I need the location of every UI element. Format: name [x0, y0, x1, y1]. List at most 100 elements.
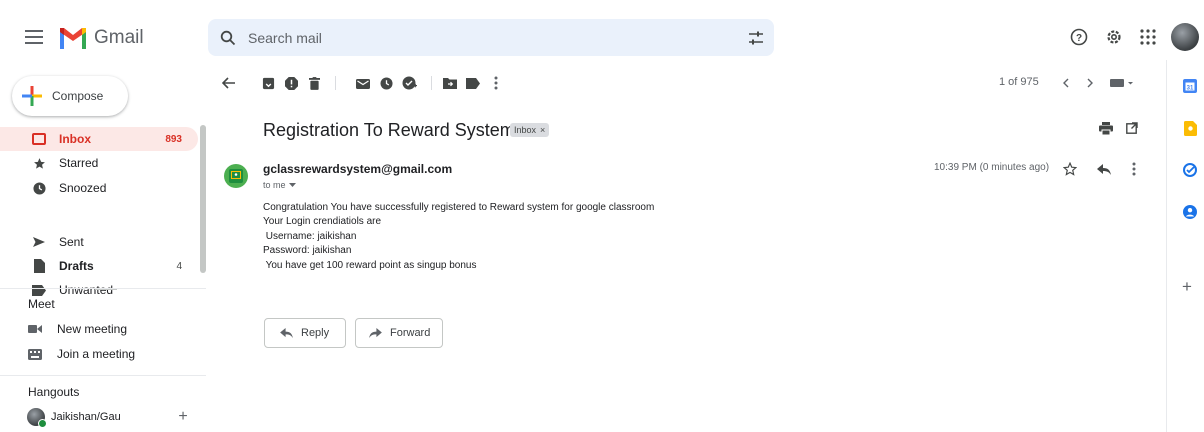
- email-body-line: You have get 100 reward point as singup …: [263, 260, 477, 271]
- reply-icon: [277, 328, 295, 338]
- apps-grid-icon[interactable]: [1136, 25, 1160, 49]
- sidebar-item-drafts[interactable]: Drafts 4: [0, 254, 198, 278]
- plus-icon: [12, 85, 52, 107]
- search-icon[interactable]: [208, 30, 248, 46]
- inbox-label-chip[interactable]: Inbox ×: [510, 123, 550, 137]
- sidebar-item-snoozed[interactable]: Snoozed: [0, 176, 198, 200]
- compose-label: Compose: [52, 89, 104, 103]
- classroom-icon: [229, 169, 243, 183]
- more-vert-icon[interactable]: [1124, 159, 1144, 179]
- label-icon: [27, 284, 51, 296]
- video-icon: [27, 324, 43, 334]
- get-addons-icon[interactable]: +: [1182, 277, 1192, 297]
- svg-text:31: 31: [1187, 86, 1194, 92]
- archive-icon[interactable]: [258, 73, 278, 93]
- sender-avatar[interactable]: [224, 164, 248, 188]
- keep-icon[interactable]: [1182, 120, 1198, 136]
- hangouts-contact[interactable]: Jaikishan/Gaura: [27, 406, 121, 428]
- sidebar-item-sent[interactable]: Sent: [0, 230, 198, 254]
- recipient-text: to me: [263, 180, 286, 190]
- tasks-icon[interactable]: [1182, 162, 1198, 178]
- new-meeting-item[interactable]: New meeting: [27, 318, 127, 340]
- message-timestamp: 10:39 PM (0 minutes ago): [934, 162, 1050, 173]
- divider: [431, 76, 432, 90]
- star-icon: [27, 157, 51, 170]
- more-vert-icon[interactable]: [486, 73, 506, 93]
- recipient-details[interactable]: to me: [263, 180, 296, 190]
- main-menu-button[interactable]: [22, 25, 46, 49]
- send-icon: [27, 236, 51, 248]
- reply-label: Reply: [301, 327, 330, 339]
- search-bar[interactable]: [208, 19, 774, 56]
- open-new-window-icon[interactable]: [1122, 118, 1142, 138]
- mark-unread-icon[interactable]: [353, 73, 373, 93]
- help-icon[interactable]: ?: [1067, 25, 1091, 49]
- meet-heading: Meet: [28, 297, 55, 311]
- email-body-line: Password: jaikishan: [263, 245, 352, 256]
- hangouts-heading: Hangouts: [28, 385, 80, 399]
- sidebar-item-label: Sent: [59, 235, 84, 249]
- gmail-m-icon: [60, 28, 86, 49]
- search-input[interactable]: [248, 29, 738, 46]
- contact-avatar: [27, 408, 47, 428]
- chevron-down-icon: [288, 183, 296, 187]
- email-subject: Registration To Reward System: [263, 120, 515, 140]
- inbox-icon: [27, 133, 51, 145]
- snooze-clock-icon[interactable]: [376, 73, 396, 93]
- sidebar-item-label: Drafts: [59, 259, 94, 273]
- gear-icon[interactable]: [1102, 25, 1126, 49]
- contacts-icon[interactable]: [1182, 204, 1198, 220]
- join-meeting-item[interactable]: Join a meeting: [27, 343, 135, 365]
- sidebar-item-starred[interactable]: Starred: [0, 151, 198, 175]
- email-body-line: Congratulation You have successfully reg…: [263, 202, 655, 213]
- new-meeting-label: New meeting: [57, 322, 128, 336]
- forward-label: Forward: [390, 327, 431, 339]
- add-contact-icon[interactable]: +: [175, 408, 191, 425]
- pagination-text: 1 of 975: [999, 76, 1039, 88]
- label-icon[interactable]: [463, 73, 483, 93]
- forward-button[interactable]: Forward: [355, 318, 443, 348]
- move-to-icon[interactable]: [440, 73, 460, 93]
- account-avatar[interactable]: [1171, 23, 1199, 51]
- hamburger-icon: [25, 30, 43, 44]
- compose-button[interactable]: Compose: [12, 76, 128, 116]
- app-wordmark: Gmail: [94, 27, 144, 48]
- report-spam-icon[interactable]: [281, 73, 301, 93]
- unread-count: 893: [165, 133, 182, 145]
- divider: [0, 288, 206, 289]
- join-meeting-label: Join a meeting: [57, 347, 136, 361]
- sidebar-item-label: Inbox: [59, 132, 91, 146]
- trash-icon[interactable]: [304, 73, 324, 93]
- sidebar-item-inbox[interactable]: Inbox 893: [0, 127, 198, 151]
- star-outline-icon[interactable]: [1060, 159, 1080, 179]
- reply-icon[interactable]: [1094, 159, 1114, 179]
- chevron-left-icon[interactable]: [1056, 73, 1076, 93]
- calendar-icon[interactable]: 31: [1182, 78, 1198, 94]
- svg-text:?: ?: [1076, 33, 1082, 44]
- reply-button[interactable]: Reply: [264, 318, 346, 348]
- sidebar-scrollbar[interactable]: [200, 125, 206, 273]
- sidebar-item-label: Starred: [59, 156, 99, 170]
- remove-label-icon[interactable]: ×: [540, 125, 545, 135]
- sender-email[interactable]: gclassrewardsystem@gmail.com: [263, 162, 452, 176]
- draft-count: 4: [176, 260, 182, 272]
- print-icon[interactable]: [1096, 118, 1116, 138]
- divider: [0, 375, 206, 376]
- search-options-icon[interactable]: [738, 31, 774, 45]
- input-tools-keyboard-icon[interactable]: [1108, 73, 1136, 93]
- email-body-line: Your Login crendiatiols are: [263, 216, 382, 227]
- keyboard-icon: [27, 348, 43, 360]
- clock-icon: [27, 181, 51, 195]
- file-icon: [27, 259, 51, 273]
- chevron-right-icon[interactable]: [1080, 73, 1100, 93]
- divider: [335, 76, 336, 90]
- sidebar-item-label: Unwanted: [59, 283, 114, 297]
- gmail-logo[interactable]: Gmail: [58, 24, 144, 52]
- forward-icon: [366, 328, 384, 338]
- add-task-icon[interactable]: [399, 73, 419, 93]
- sidebar-item-label: Snoozed: [59, 181, 107, 195]
- back-arrow-icon[interactable]: [219, 73, 239, 93]
- contact-name: Jaikishan/Gaura: [51, 411, 121, 423]
- label-chip-text: Inbox: [514, 125, 537, 135]
- side-panel-divider: [1166, 60, 1167, 432]
